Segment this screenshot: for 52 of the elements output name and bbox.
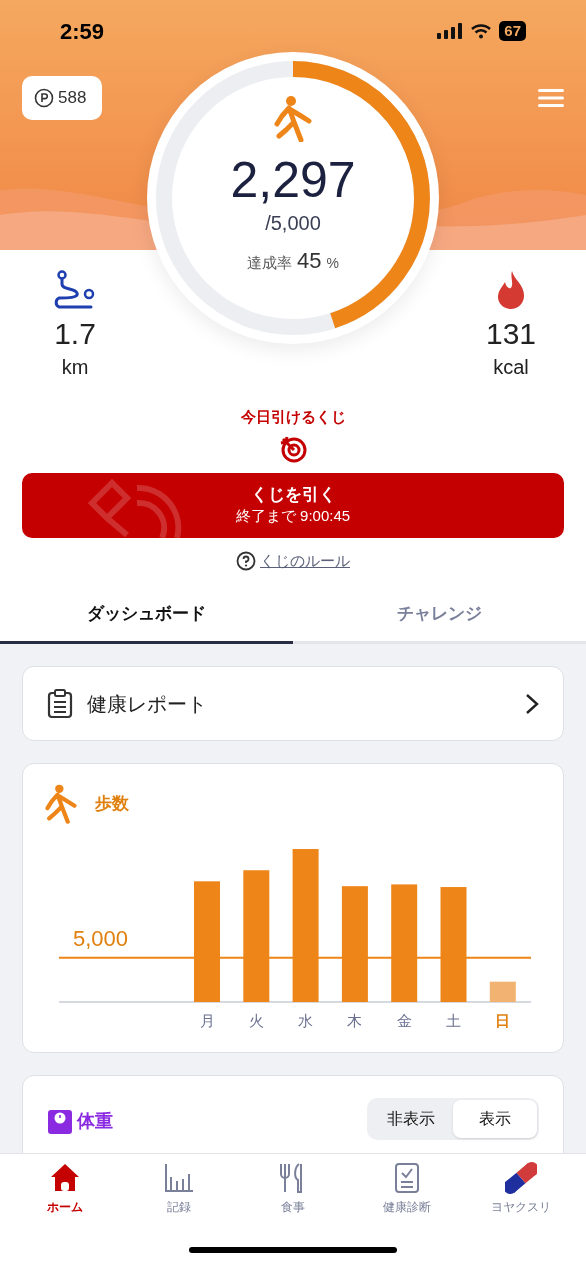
lottery-rules-link[interactable]: くじのルール [236,549,350,572]
target-icon [279,434,307,463]
help-icon [236,550,256,571]
step-goal: /5,000 [265,211,321,236]
menu-icon[interactable] [538,88,564,108]
signal-icon [437,23,464,39]
day-label: 水 [298,1012,314,1029]
medicine-icon [505,1162,537,1194]
nav-item[interactable]: ヨヤクスリ [464,1162,578,1216]
route-icon [53,270,97,310]
step-bar [489,981,516,1002]
health-report-title: 健康レポート [87,691,208,717]
steps-title: 歩数 [95,793,129,816]
rate-value: 45 [297,247,322,275]
nav-item[interactable]: 健康診断 [350,1162,464,1216]
battery-level: 67 [499,21,526,41]
day-label: 金 [396,1012,412,1029]
calories-value: 131 [485,316,537,352]
wifi-icon [471,23,492,39]
rate-unit: % [326,254,339,273]
segment-option[interactable]: 表示 [453,1100,537,1138]
health-report-card[interactable]: 健康レポート [22,666,564,741]
weight-title: 体重 [77,1110,113,1133]
flame-icon [496,270,526,310]
scale-icon [47,1108,73,1135]
distance-value: 1.7 [54,316,96,352]
points-badge[interactable]: 588 [22,76,102,120]
nav-item[interactable]: 食事 [236,1162,350,1216]
distance-unit: km [61,355,89,380]
walking-icon [45,784,77,824]
day-label: 日 [495,1012,511,1029]
goal-label: 5,000 [73,925,129,951]
clipboard-icon [47,688,73,719]
points-icon [34,88,54,108]
status-time: 2:59 [60,17,105,46]
walking-icon [274,96,312,142]
lottery-title: 今日引けるくじ [240,407,346,427]
nav-item[interactable]: 記録 [122,1162,236,1216]
records-icon [163,1162,195,1194]
calories-unit: kcal [493,355,529,380]
rate-label: 達成率 [247,253,293,273]
day-label: 火 [248,1012,264,1029]
chevron-right-icon [525,692,539,715]
day-label: 木 [347,1012,363,1029]
draw-lottery-button[interactable]: くじを引く 終了まで 9:00:45 [22,472,564,538]
nav-item[interactable]: ホーム [8,1162,122,1216]
day-label: 月 [199,1012,215,1029]
home-icon [49,1162,81,1194]
step-count: 2,297 [230,152,356,208]
segment-option[interactable]: 非表示 [369,1100,453,1138]
day-label: 土 [446,1012,461,1029]
points-value: 588 [58,87,87,110]
